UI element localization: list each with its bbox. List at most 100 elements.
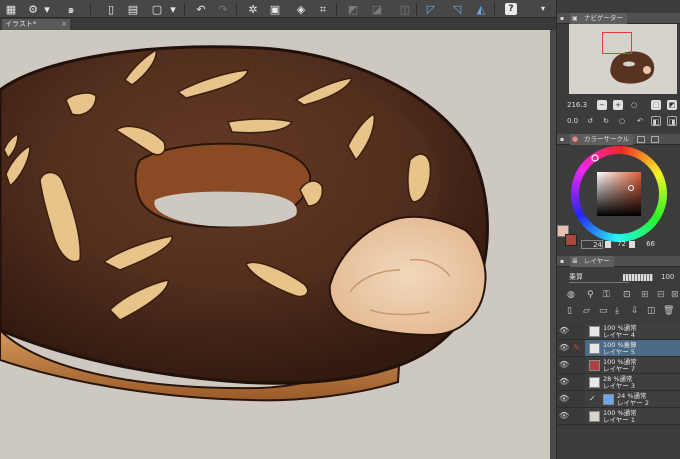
clear-icon[interactable]: ◈ xyxy=(294,2,308,16)
layer-thumbnail xyxy=(589,360,600,371)
opacity-slider[interactable] xyxy=(623,274,653,281)
new-vector-layer-icon[interactable]: ▱ xyxy=(583,306,590,316)
layer-name: レイヤー 5 xyxy=(603,348,636,356)
layer-row[interactable]: 👁 100 %通常 レイヤー 7 xyxy=(559,357,680,374)
rotate-reset-icon[interactable]: ↶ xyxy=(635,116,645,126)
panel-menu-icon[interactable]: ▪ xyxy=(560,258,567,265)
eye-icon[interactable]: 👁 xyxy=(559,395,569,403)
transform-icon[interactable]: ✲ xyxy=(246,2,260,16)
transfer-icon[interactable]: ⇩ xyxy=(631,306,639,316)
layer-thumbnail xyxy=(589,343,600,354)
save-icon[interactable]: ▢ xyxy=(150,2,164,16)
flip-horizontal-icon[interactable]: ◧ xyxy=(651,116,661,126)
hue-ring-segment xyxy=(658,189,667,195)
zoom-slider-icon[interactable]: ○ xyxy=(629,100,639,110)
opacity-value[interactable]: 100 xyxy=(661,272,674,283)
select-clear-icon[interactable]: ◫ xyxy=(398,2,412,16)
eye-icon[interactable]: 👁 xyxy=(559,412,569,420)
zoom-out-icon[interactable]: − xyxy=(597,100,607,110)
layer-thumbnail xyxy=(603,394,614,405)
navigator-icon: ▣ xyxy=(572,15,578,22)
snap-special-icon[interactable]: ◭ xyxy=(474,2,488,16)
blend-mode-value: 乗算 xyxy=(569,273,583,281)
layer-draft-icon[interactable]: ⊟ xyxy=(657,290,665,300)
layer-tab[interactable]: ≣ レイヤー xyxy=(570,256,614,267)
layer-name: レイヤー 1 xyxy=(603,416,636,424)
eye-icon[interactable]: 👁 xyxy=(559,327,569,335)
eye-icon[interactable]: 👁 xyxy=(559,378,569,386)
color-tab-icon[interactable] xyxy=(651,136,659,143)
navigator-tab[interactable]: ▣ ナビゲーター xyxy=(570,13,627,24)
close-icon[interactable]: × xyxy=(61,19,67,30)
layer-mask-icon[interactable]: ◍ xyxy=(567,290,575,300)
main-color-swatch[interactable] xyxy=(565,234,577,246)
drawing-canvas[interactable] xyxy=(0,30,550,459)
layer-lock-icon[interactable]: ⚿ xyxy=(603,290,610,300)
layer-row[interactable]: 👁 100 %通常 レイヤー 1 xyxy=(559,408,680,425)
rotation-readout[interactable]: 0.0 xyxy=(567,116,578,126)
layer-row[interactable]: 👁 100 %通常 レイヤー 4 xyxy=(559,323,680,340)
layer-palette-icon[interactable]: ⊠ xyxy=(671,290,679,300)
navigator-header: ▪ ▣ ナビゲーター xyxy=(557,13,680,24)
panel-menu-icon[interactable]: ▪ xyxy=(560,136,567,143)
flip-vertical-icon[interactable]: ◨ xyxy=(667,116,677,126)
color-circle-title: カラーサークル xyxy=(584,135,630,143)
document-tab-label: イラスト* xyxy=(5,20,37,28)
new-folder-icon[interactable]: ▭ xyxy=(599,306,608,316)
new-file-icon[interactable]: ▯ xyxy=(104,2,118,16)
chevron-down-icon[interactable]: ▾ xyxy=(166,2,180,16)
rotation-slider-icon[interactable]: ○ xyxy=(617,116,627,126)
check-icon: ✓ xyxy=(589,394,596,403)
blend-mode-select[interactable]: 乗算 xyxy=(569,272,629,283)
layer-clip-icon[interactable]: ⚲ xyxy=(587,290,594,300)
fit-icon[interactable]: ⬚ xyxy=(651,100,661,110)
layer-reference-icon[interactable]: ⊞ xyxy=(641,290,649,300)
trash-icon[interactable]: 🗑 xyxy=(663,306,674,316)
flip-icon[interactable]: ◩ xyxy=(667,100,677,110)
sat-value[interactable]: 72 xyxy=(612,240,626,249)
layer-thumbnail xyxy=(589,377,600,388)
crop-icon[interactable]: ⌗ xyxy=(316,2,330,16)
layer-row[interactable]: 👁 ✓ 24 %通常 レイヤー 2 xyxy=(559,391,680,408)
merge-down-icon[interactable]: ⤓ xyxy=(615,306,619,316)
val-value[interactable]: 66 xyxy=(641,240,655,249)
navigator-thumbnail[interactable] xyxy=(569,24,677,94)
layer-mask-add-icon[interactable]: ◫ xyxy=(647,306,656,316)
open-file-icon[interactable]: ▤ xyxy=(126,2,140,16)
pen-edit-icon: ✎ xyxy=(573,343,580,352)
layer-row[interactable]: 👁 28 %通常 レイヤー 3 xyxy=(559,374,680,391)
layer-name: レイヤー 2 xyxy=(617,399,650,407)
navigator-view-rect[interactable] xyxy=(602,32,632,54)
layer-title: レイヤー xyxy=(584,257,610,265)
snap-grid-icon[interactable]: ◹ xyxy=(450,2,464,16)
snap-ruler-icon[interactable]: ◸ xyxy=(424,2,438,16)
layer-name: レイヤー 4 xyxy=(603,331,636,339)
chevron-down-icon[interactable]: ▾ xyxy=(40,2,54,16)
layer-stack-icon: ≣ xyxy=(572,257,578,265)
eye-icon[interactable]: 👁 xyxy=(559,361,569,369)
hue-value[interactable]: 24 xyxy=(581,240,603,249)
document-tab[interactable]: イラスト* × xyxy=(2,19,70,30)
select-invert-icon[interactable]: ◪ xyxy=(370,2,384,16)
panel-menu-icon[interactable]: ▪ xyxy=(560,15,567,22)
grid-icon[interactable]: ▦ xyxy=(4,2,18,16)
settings-icon[interactable]: ⚙ xyxy=(26,2,40,16)
color-circle-tab[interactable]: ● カラーサークル xyxy=(570,134,634,145)
eye-icon[interactable]: 👁 xyxy=(559,344,569,352)
zoom-readout[interactable]: 216.3 xyxy=(567,100,587,110)
fill-icon[interactable]: ▣ xyxy=(268,2,282,16)
help-icon[interactable]: ? xyxy=(505,3,517,15)
rotate-right-icon[interactable]: ↻ xyxy=(601,116,611,126)
select-icon[interactable]: ◩ xyxy=(346,2,360,16)
rotate-left-icon[interactable]: ↺ xyxy=(585,116,595,126)
zoom-in-icon[interactable]: + xyxy=(613,100,623,110)
spiral-logo-icon[interactable]: ๑ xyxy=(62,2,80,16)
layer-row-selected[interactable]: 👁 ✎ 100 %乗算 レイヤー 5 xyxy=(559,340,680,357)
layer-header: ▪ ≣ レイヤー xyxy=(557,256,680,267)
chevron-down-icon[interactable]: ▾ xyxy=(536,2,550,16)
new-raster-layer-icon[interactable]: ▯ xyxy=(567,306,572,316)
layer-lock-transparent-icon[interactable]: ⊡ xyxy=(623,290,631,300)
redo-icon[interactable]: ↷ xyxy=(216,2,230,16)
undo-icon[interactable]: ↶ xyxy=(194,2,208,16)
color-tab-icon[interactable] xyxy=(637,136,645,143)
